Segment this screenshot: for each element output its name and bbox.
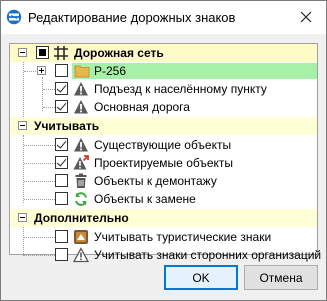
consider-label: Учитывать [34,119,100,133]
tree-group-additional[interactable]: Дополнительно [10,209,317,227]
warning-sign-icon [73,81,89,97]
dismantle-checkbox[interactable] [55,174,68,187]
expand-toggle[interactable] [37,66,46,75]
tourist-checkbox[interactable] [55,230,68,243]
warning-sign-icon [73,99,89,115]
refresh-icon [73,191,89,207]
tree-line [24,163,55,164]
tree-item-main-road[interactable]: Основная дорога [10,98,317,116]
third-party-label: Учитывать знаки сторонних организаций [94,248,322,262]
warning-sign-icon [73,137,89,153]
outline-warning-sign-icon [72,247,90,263]
tree-line [24,255,55,256]
window-title: Редактирование дорожных знаков [28,10,236,25]
main-road-checkbox[interactable] [55,100,68,113]
collapse-toggle[interactable] [18,121,27,130]
planned-checkbox[interactable] [55,156,68,169]
third-party-checkbox[interactable] [55,248,68,261]
planned-sign-icon [73,155,89,171]
tree-group-consider[interactable]: Учитывать [10,117,317,135]
dismantle-label: Объекты к демонтажу [94,174,217,188]
trash-bin-icon [73,173,89,189]
r256-checkbox[interactable] [55,64,68,77]
tree-item-third-party[interactable]: Учитывать знаки сторонних организаций [10,246,321,264]
close-icon [300,11,312,26]
tree-item-dismantle[interactable]: Объекты к демонтажу [10,172,317,190]
tree-group-road-network[interactable]: Дорожная сеть [10,44,317,62]
collapse-toggle[interactable] [18,48,27,57]
road-signs-app-icon [6,9,22,25]
tree-item-replace[interactable]: Объекты к замене [10,190,317,208]
tree-line [24,237,55,238]
tree-item-r256[interactable]: Р-256 [10,62,317,80]
tree-line [43,89,55,90]
road-network-checkbox[interactable] [36,46,49,59]
approach-checkbox[interactable] [55,82,68,95]
tree-item-existing[interactable]: Существующие объекты [10,136,317,154]
road-network-label: Дорожная сеть [74,46,164,60]
tree-line [24,145,55,146]
tree-line [24,181,55,182]
ok-button[interactable]: OK [164,265,238,290]
tourist-sign-icon [73,229,89,245]
tree-item-planned[interactable]: Проектируемые объекты [10,154,317,172]
existing-label: Существующие объекты [94,138,232,152]
additional-label: Дополнительно [34,211,129,225]
planned-label: Проектируемые объекты [94,156,234,170]
tree-line [43,107,55,108]
collapse-toggle[interactable] [18,213,27,222]
settings-tree: Дорожная сеть Р-256 Подъезд к населённом… [9,43,321,263]
tree-item-approach[interactable]: Подъезд к населённому пункту [10,80,317,98]
existing-checkbox[interactable] [55,138,68,151]
main-road-label: Основная дорога [94,100,190,114]
title-bar: Редактирование дорожных знаков [1,1,326,34]
replace-label: Объекты к замене [94,192,196,206]
approach-label: Подъезд к населённому пункту [94,82,267,96]
tree-line [24,199,55,200]
folder-icon [74,63,90,79]
dialog-window: Редактирование дорожных знаков Дорожная [0,0,327,301]
replace-checkbox[interactable] [55,192,68,205]
close-button[interactable] [293,6,319,30]
tree-line [24,71,36,72]
cancel-button[interactable]: Отмена [244,265,318,290]
tree-item-tourist[interactable]: Учитывать туристические знаки [10,228,317,246]
r256-label: Р-256 [94,64,127,78]
tourist-label: Учитывать туристические знаки [94,230,272,244]
road-grid-icon [53,45,69,61]
